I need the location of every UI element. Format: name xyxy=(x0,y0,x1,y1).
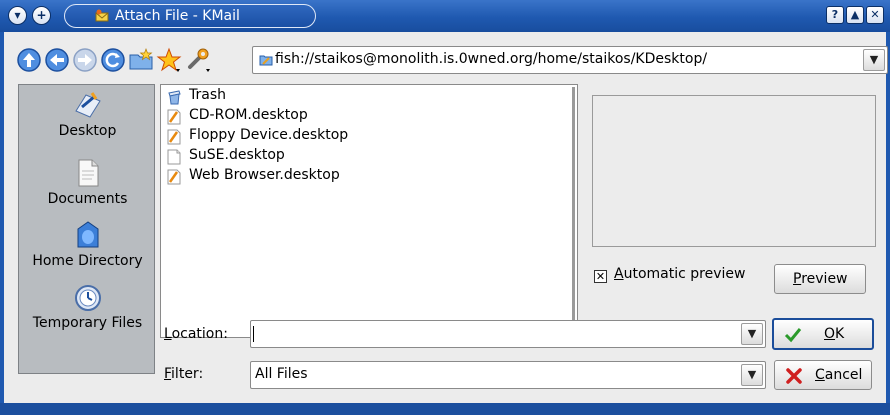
reload-icon[interactable] xyxy=(100,47,126,73)
url-combo[interactable]: fish://staikos@monolith.is.0wned.org/hom… xyxy=(252,46,888,74)
text-cursor xyxy=(253,326,254,342)
place-desktop[interactable]: Desktop xyxy=(19,89,156,139)
preview-area xyxy=(592,95,876,247)
file-list[interactable]: Trash CD-ROM.desktop Floppy Device.deskt… xyxy=(160,84,578,338)
location-label: Location: xyxy=(164,326,228,342)
file-name: Web Browser.desktop xyxy=(189,167,340,183)
automatic-preview-label[interactable]: Automatic preview xyxy=(614,266,745,282)
cancel-button[interactable]: Cancel xyxy=(774,360,872,390)
trash-icon xyxy=(168,90,181,105)
window-menu-button[interactable]: ▾ xyxy=(8,6,27,25)
ok-button-label: OK xyxy=(824,326,844,342)
preview-button[interactable]: Preview xyxy=(774,264,866,294)
window-title-pill[interactable]: Attach File - KMail xyxy=(64,4,316,28)
forward-icon[interactable] xyxy=(72,47,98,73)
label-text: ocation: xyxy=(171,326,228,342)
preview-button-label: Preview xyxy=(793,271,848,287)
title-bar: ▾ + Attach File - KMail ? ▲ ✕ xyxy=(0,0,890,32)
filter-dropdown-button[interactable]: ▼ xyxy=(741,364,763,386)
ok-button[interactable]: OK xyxy=(772,318,874,350)
label-text: K xyxy=(835,326,845,342)
sticky-button[interactable]: + xyxy=(32,6,51,25)
documents-icon xyxy=(78,159,98,187)
mnemonic: A xyxy=(614,266,624,282)
automatic-preview-checkbox[interactable]: ✕ xyxy=(594,270,607,283)
maximize-button[interactable]: ▲ xyxy=(846,6,864,24)
bookmarks-icon[interactable] xyxy=(156,47,182,73)
new-folder-icon[interactable] xyxy=(128,47,154,73)
place-documents[interactable]: Documents xyxy=(19,157,156,207)
kmail-icon xyxy=(95,9,109,22)
file-name: Floppy Device.desktop xyxy=(189,127,349,143)
place-label: Desktop xyxy=(58,123,117,139)
back-icon[interactable] xyxy=(44,47,70,73)
blank-file-icon xyxy=(167,149,181,165)
desktop-file-icon xyxy=(167,109,181,125)
location-combo[interactable]: ▼ xyxy=(250,320,766,348)
temp-files-icon xyxy=(74,285,101,311)
folder-url-icon xyxy=(259,55,273,66)
label-text: utomatic preview xyxy=(623,266,746,282)
filter-value: All Files xyxy=(255,366,308,382)
up-icon[interactable] xyxy=(16,47,42,73)
url-text: fish://staikos@monolith.is.0wned.org/hom… xyxy=(275,51,708,67)
label-text: ancel xyxy=(824,367,863,383)
file-name: Trash xyxy=(189,87,226,103)
label-text: review xyxy=(801,271,848,287)
label-text: ilter: xyxy=(171,366,204,382)
place-temporary-files[interactable]: Temporary Files xyxy=(19,281,156,331)
place-label: Documents xyxy=(47,191,128,207)
places-sidebar: Desktop Documents Home Directory Tempora… xyxy=(18,84,155,374)
url-dropdown-button[interactable]: ▼ xyxy=(863,49,885,71)
check-icon xyxy=(784,328,802,343)
close-button[interactable]: ✕ xyxy=(866,6,884,24)
cancel-button-label: Cancel xyxy=(815,367,862,383)
window-bottom-frame xyxy=(0,403,890,415)
mnemonic: L xyxy=(164,326,172,342)
help-button[interactable]: ? xyxy=(826,6,844,24)
configure-icon[interactable] xyxy=(186,47,212,73)
desktop-file-icon xyxy=(167,169,181,185)
cancel-icon xyxy=(786,368,802,384)
scrollbar[interactable] xyxy=(572,87,575,335)
home-icon xyxy=(77,221,98,248)
mnemonic: C xyxy=(815,367,825,383)
location-dropdown-button[interactable]: ▼ xyxy=(741,323,763,345)
dialog-body: fish://staikos@monolith.is.0wned.org/hom… xyxy=(0,32,890,403)
filter-combo[interactable]: All Files ▼ xyxy=(250,361,766,389)
window-title: Attach File - KMail xyxy=(115,8,240,24)
desktop-icon xyxy=(74,92,101,118)
file-name: CD-ROM.desktop xyxy=(189,107,308,123)
place-home-directory[interactable]: Home Directory xyxy=(19,219,156,269)
mnemonic: O xyxy=(824,326,836,342)
mnemonic: F xyxy=(164,366,172,382)
desktop-file-icon xyxy=(167,129,181,145)
place-label: Temporary Files xyxy=(32,315,143,331)
mnemonic: P xyxy=(793,271,802,287)
file-name: SuSE.desktop xyxy=(189,147,285,163)
filter-label: Filter: xyxy=(164,366,203,382)
place-label: Home Directory xyxy=(32,253,143,269)
